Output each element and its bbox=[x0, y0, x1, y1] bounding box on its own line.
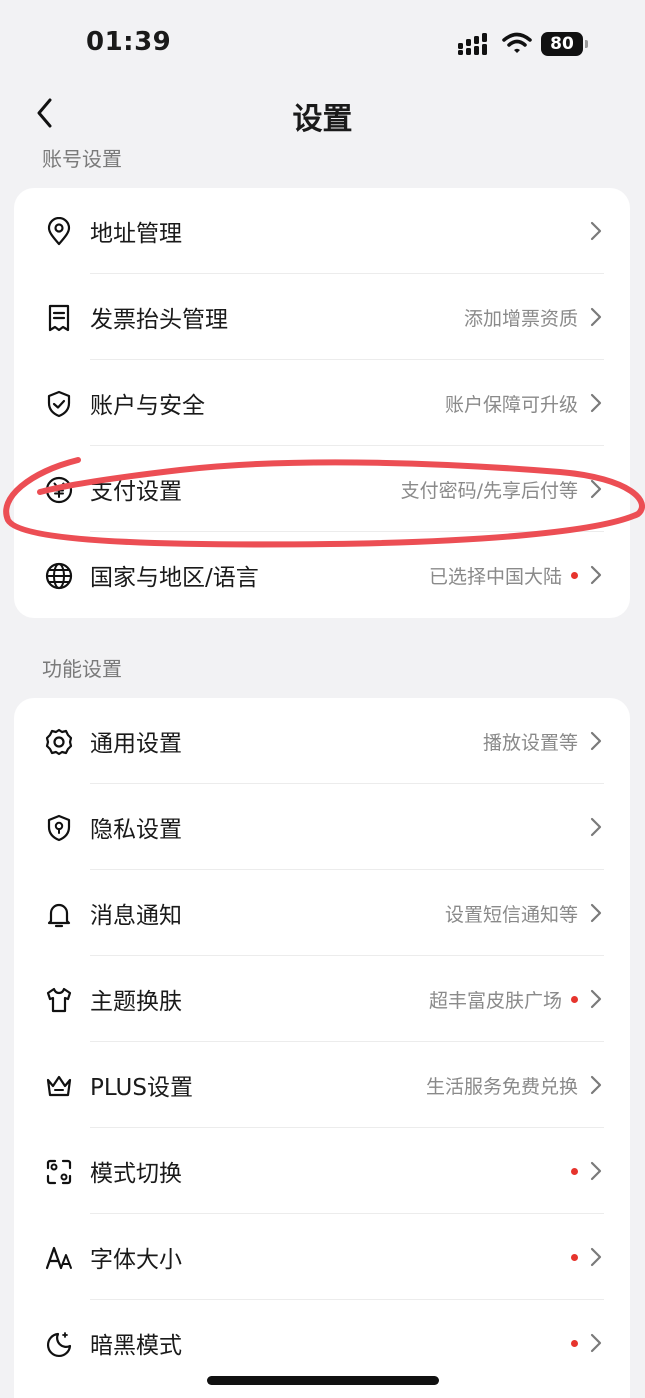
row-label: 模式切换 bbox=[90, 1161, 182, 1187]
section-header-account: 账号设置 bbox=[42, 147, 122, 171]
red-dot-badge bbox=[571, 1254, 578, 1261]
location-pin-icon bbox=[47, 217, 71, 246]
moon-icon bbox=[46, 1332, 72, 1358]
red-dot-badge bbox=[571, 996, 578, 1003]
row-label: 通用设置 bbox=[90, 731, 182, 757]
row-label: 隐私设置 bbox=[90, 817, 182, 843]
chevron-right-icon bbox=[590, 989, 602, 1009]
home-indicator bbox=[207, 1376, 439, 1385]
row-value: 设置短信通知等 bbox=[444, 904, 578, 926]
settings-row-function-6[interactable]: 字体大小 bbox=[14, 1214, 630, 1300]
battery-icon: 80 bbox=[541, 32, 589, 56]
chevron-right-icon bbox=[590, 903, 602, 923]
row-label: 暗黑模式 bbox=[90, 1333, 182, 1359]
chevron-right-icon bbox=[590, 817, 602, 837]
chevron-right-icon bbox=[590, 565, 602, 585]
chevron-right-icon bbox=[590, 307, 602, 327]
privacy-shield-icon bbox=[47, 814, 71, 842]
navigation-bar: 设置 bbox=[0, 88, 645, 138]
settings-row-function-1[interactable]: 隐私设置 bbox=[14, 784, 630, 870]
function-settings-card: 通用设置 播放设置等隐私设置消息通知 设置短信通知等主题换肤 超丰富皮肤广场 PLUS设… bbox=[14, 698, 630, 1398]
status-bar: 01:39 80 bbox=[0, 0, 645, 90]
settings-row-account-1[interactable]: 发票抬头管理 添加增票资质 bbox=[14, 274, 630, 360]
chevron-right-icon bbox=[590, 731, 602, 751]
bell-icon bbox=[47, 903, 71, 928]
chevron-right-icon bbox=[590, 393, 602, 413]
account-settings-card: 地址管理发票抬头管理 添加增票资质账户与安全 账户保障可升级支付设置 支付密码/先享后… bbox=[14, 188, 630, 618]
settings-row-account-4[interactable]: 国家与地区/语言 已选择中国大陆 bbox=[14, 532, 630, 618]
section-header-function: 功能设置 bbox=[42, 657, 122, 681]
chevron-right-icon bbox=[590, 1075, 602, 1095]
receipt-icon bbox=[48, 304, 70, 332]
chevron-right-icon bbox=[590, 1247, 602, 1267]
wifi-icon bbox=[502, 32, 532, 53]
gear-icon bbox=[45, 728, 73, 756]
shield-check-icon bbox=[47, 390, 71, 418]
settings-row-account-0[interactable]: 地址管理 bbox=[14, 188, 630, 274]
row-label: 支付设置 bbox=[90, 479, 182, 505]
row-value: 账户保障可升级 bbox=[444, 394, 578, 416]
page-title: 设置 bbox=[292, 102, 353, 137]
signal-icon bbox=[458, 33, 487, 55]
row-value: 播放设置等 bbox=[482, 732, 578, 754]
tshirt-icon bbox=[46, 987, 72, 1013]
row-label: PLUS设置 bbox=[90, 1075, 193, 1101]
settings-row-function-4[interactable]: PLUS设置 生活服务免费兑换 bbox=[14, 1042, 630, 1128]
row-value: 超丰富皮肤广场 bbox=[428, 990, 562, 1012]
row-label: 国家与地区/语言 bbox=[90, 565, 259, 591]
red-dot-badge bbox=[571, 1340, 578, 1347]
row-label: 字体大小 bbox=[90, 1247, 182, 1273]
status-time: 01:39 bbox=[86, 27, 172, 57]
row-label: 发票抬头管理 bbox=[90, 307, 228, 333]
yuan-icon bbox=[45, 476, 73, 504]
chevron-right-icon bbox=[590, 1161, 602, 1181]
globe-icon bbox=[45, 562, 73, 590]
row-value: 已选择中国大陆 bbox=[428, 566, 562, 588]
row-label: 账户与安全 bbox=[90, 393, 205, 419]
row-label: 消息通知 bbox=[90, 903, 182, 929]
row-value: 支付密码/先享后付等 bbox=[400, 480, 578, 502]
row-value: 生活服务免费兑换 bbox=[425, 1076, 578, 1098]
chevron-right-icon bbox=[590, 1333, 602, 1353]
chevron-right-icon bbox=[590, 479, 602, 499]
row-label: 主题换肤 bbox=[90, 989, 182, 1015]
settings-row-account-3[interactable]: 支付设置 支付密码/先享后付等 bbox=[14, 446, 630, 532]
chevron-right-icon bbox=[590, 221, 602, 241]
crown-icon bbox=[46, 1075, 72, 1097]
battery-level: 80 bbox=[541, 32, 583, 56]
row-label: 地址管理 bbox=[90, 221, 182, 247]
settings-row-function-2[interactable]: 消息通知 设置短信通知等 bbox=[14, 870, 630, 956]
red-dot-badge bbox=[571, 572, 578, 579]
switch-mode-icon bbox=[46, 1159, 72, 1185]
settings-row-function-0[interactable]: 通用设置 播放设置等 bbox=[14, 698, 630, 784]
row-value: 添加增票资质 bbox=[463, 308, 578, 330]
red-dot-badge bbox=[571, 1168, 578, 1175]
settings-row-function-3[interactable]: 主题换肤 超丰富皮肤广场 bbox=[14, 956, 630, 1042]
font-size-icon bbox=[45, 1246, 72, 1270]
settings-row-account-2[interactable]: 账户与安全 账户保障可升级 bbox=[14, 360, 630, 446]
settings-row-function-5[interactable]: 模式切换 bbox=[14, 1128, 630, 1214]
settings-row-function-7[interactable]: 暗黑模式 bbox=[14, 1300, 630, 1386]
